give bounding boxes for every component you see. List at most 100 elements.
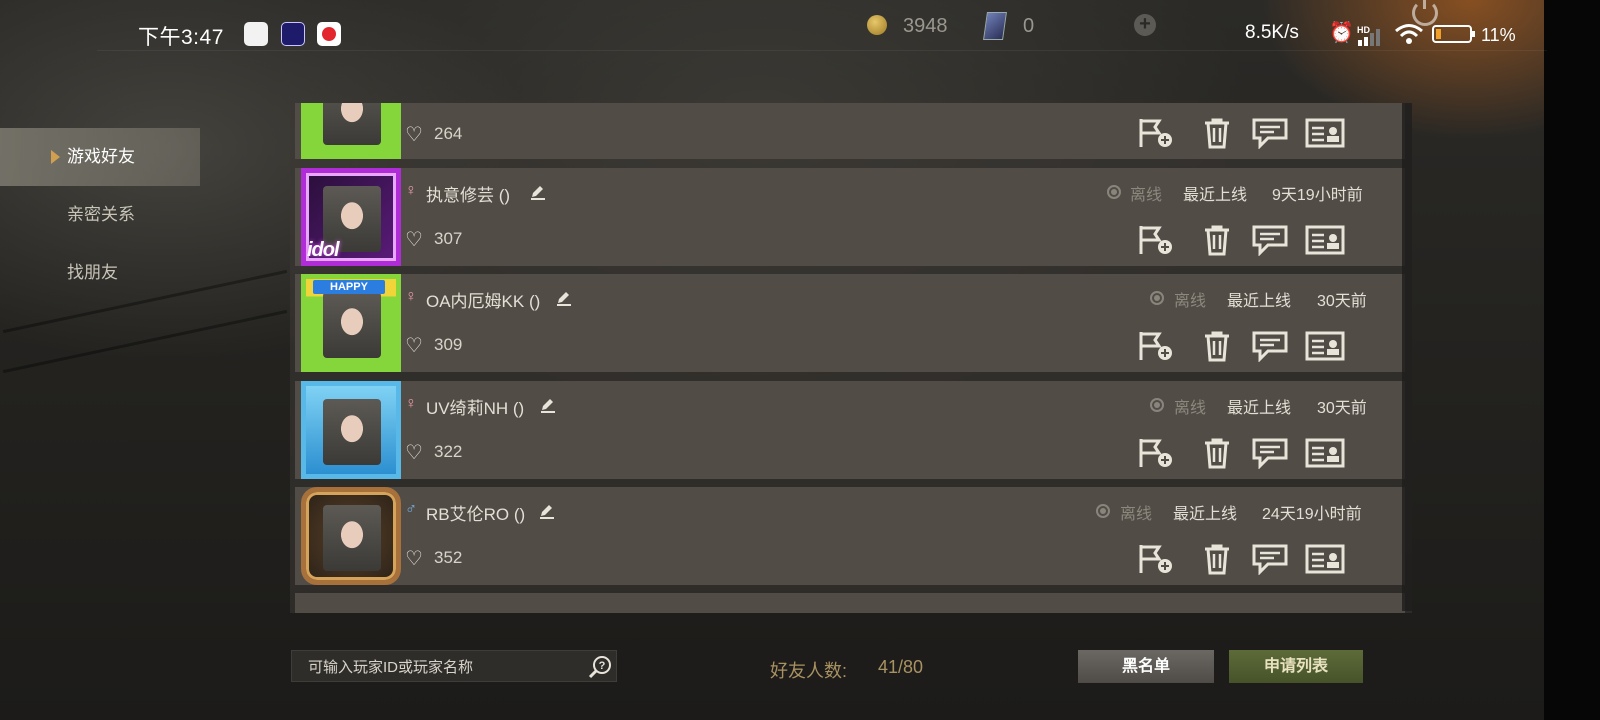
offline-dot-icon	[1150, 398, 1164, 412]
card-balance: 0	[1023, 15, 1035, 37]
friend-list[interactable]: ♡ 264 idol ♀ 执意修芸 () 离线 最近上线 9天19小时前 ♡ 3…	[290, 103, 1412, 613]
sidebar-item-label: 游戏好友	[67, 147, 135, 166]
edit-pencil-icon[interactable]	[556, 290, 572, 306]
online-status: 离线	[1174, 293, 1207, 310]
profile-card-icon[interactable]	[1305, 437, 1345, 469]
clock: 下午3:47	[138, 26, 224, 49]
friend-name: UV绮莉NH ()	[426, 399, 525, 418]
gender-male-icon: ♂	[405, 501, 417, 518]
profile-card-icon[interactable]	[1305, 543, 1345, 575]
flag-add-icon[interactable]	[1135, 330, 1175, 362]
flag-add-icon[interactable]	[1135, 437, 1175, 469]
search-help-icon[interactable]: ?	[588, 655, 612, 679]
list-scrollbar[interactable]	[1402, 103, 1412, 611]
last-online-label: 最近上线	[1173, 506, 1238, 523]
heart-icon: ♡	[405, 442, 423, 464]
profile-card-icon[interactable]	[1305, 224, 1345, 256]
last-online-label: 最近上线	[1183, 187, 1248, 204]
trash-icon[interactable]	[1197, 437, 1237, 469]
friend-name: 执意修芸 ()	[426, 186, 511, 205]
friend-avatar[interactable]: idol	[301, 168, 401, 266]
chat-icon[interactable]	[1250, 117, 1290, 150]
trash-icon[interactable]	[1197, 224, 1237, 256]
chat-icon[interactable]	[1250, 543, 1290, 576]
wifi-icon	[1394, 23, 1424, 50]
avatar-portrait	[323, 505, 381, 571]
friend-requests-button[interactable]: 申请列表	[1229, 650, 1363, 683]
search-field[interactable]: ?	[291, 650, 617, 683]
edit-pencil-icon[interactable]	[530, 184, 546, 200]
online-status: 离线	[1174, 400, 1207, 417]
app-icon-white	[244, 22, 268, 46]
last-online-time: 30天前	[1317, 400, 1367, 417]
coin-balance: 3948	[903, 15, 948, 37]
friend-row: ♂ RB艾伦RO () 离线 最近上线 24天19小时前 ♡ 352	[295, 487, 1405, 585]
sidebar-item-find-friends[interactable]: 找朋友	[0, 244, 200, 302]
flag-add-icon[interactable]	[1135, 543, 1175, 575]
trash-icon[interactable]	[1197, 117, 1237, 149]
heart-icon: ♡	[405, 335, 423, 357]
chat-icon[interactable]	[1250, 330, 1290, 363]
edit-pencil-icon[interactable]	[540, 397, 556, 413]
last-online-time: 9天19小时前	[1272, 187, 1363, 204]
flag-add-icon[interactable]	[1135, 117, 1175, 149]
like-count: 309	[434, 335, 463, 354]
search-input[interactable]	[292, 651, 580, 683]
gender-female-icon: ♀	[405, 395, 417, 412]
flag-add-icon[interactable]	[1135, 224, 1175, 256]
sidebar: 游戏好友 亲密关系 找朋友	[0, 128, 200, 302]
sidebar-item-label: 找朋友	[67, 263, 118, 282]
sidebar-item-label: 亲密关系	[67, 205, 135, 224]
profile-card-icon[interactable]	[1305, 330, 1345, 362]
profile-card-icon[interactable]	[1305, 117, 1345, 149]
heart-icon: ♡	[405, 229, 423, 251]
friend-row: ♀ UV绮莉NH () 离线 最近上线 30天前 ♡ 322	[295, 381, 1405, 479]
signal-icon	[1357, 28, 1383, 51]
heart-icon: ♡	[405, 548, 423, 570]
chat-icon[interactable]	[1250, 437, 1290, 470]
friend-avatar[interactable]	[301, 381, 401, 479]
screen-edge	[1544, 0, 1600, 720]
battery-icon	[1432, 25, 1475, 43]
friend-count: 41/80	[878, 657, 924, 677]
app-icon-red	[317, 22, 341, 46]
frame-badge-text: HAPPY	[313, 280, 385, 294]
blacklist-button[interactable]: 黑名单	[1078, 650, 1214, 683]
status-bar: 下午3:47 3948 0 + 8.5K/s ⏰ HD 11%	[0, 0, 1544, 52]
edit-pencil-icon[interactable]	[539, 503, 555, 519]
like-count: 307	[434, 229, 463, 248]
online-status: 离线	[1120, 506, 1153, 523]
plus-circle-icon[interactable]: +	[1134, 14, 1156, 36]
sidebar-item-intimacy[interactable]: 亲密关系	[0, 186, 200, 244]
chat-icon[interactable]	[1250, 224, 1290, 257]
friend-row	[295, 593, 1405, 613]
heart-icon: ♡	[405, 124, 423, 146]
last-online-label: 最近上线	[1227, 293, 1292, 310]
like-count: 322	[434, 442, 463, 461]
last-online-time: 30天前	[1317, 293, 1367, 310]
network-speed: 8.5K/s	[1245, 22, 1299, 43]
frame-badge-text: idol	[307, 239, 340, 261]
avatar-portrait	[323, 292, 381, 358]
avatar-portrait	[323, 399, 381, 465]
friend-row: HAPPY ♀ OA内厄姆KK () 离线 最近上线 30天前 ♡ 309	[295, 274, 1405, 372]
sidebar-item-game-friends[interactable]: 游戏好友	[0, 128, 200, 186]
friend-name: RB艾伦RO ()	[426, 505, 526, 524]
background-rail	[2, 309, 288, 374]
offline-dot-icon	[1150, 291, 1164, 305]
offline-dot-icon	[1096, 504, 1110, 518]
trash-icon[interactable]	[1197, 330, 1237, 362]
app-icon-blue	[281, 22, 305, 46]
svg-text:?: ?	[599, 660, 606, 672]
friend-name: OA内厄姆KK ()	[426, 292, 541, 311]
card-icon	[983, 12, 1007, 40]
friend-avatar[interactable]: HAPPY	[301, 274, 401, 372]
friend-avatar[interactable]	[301, 487, 401, 585]
friend-row: ♡ 264	[295, 103, 1405, 159]
trash-icon[interactable]	[1197, 543, 1237, 575]
friend-avatar[interactable]	[301, 103, 401, 159]
alarm-icon: ⏰	[1329, 22, 1354, 44]
gender-female-icon: ♀	[405, 182, 417, 199]
friend-row: idol ♀ 执意修芸 () 离线 最近上线 9天19小时前 ♡ 307	[295, 168, 1405, 266]
like-count: 264	[434, 124, 463, 143]
